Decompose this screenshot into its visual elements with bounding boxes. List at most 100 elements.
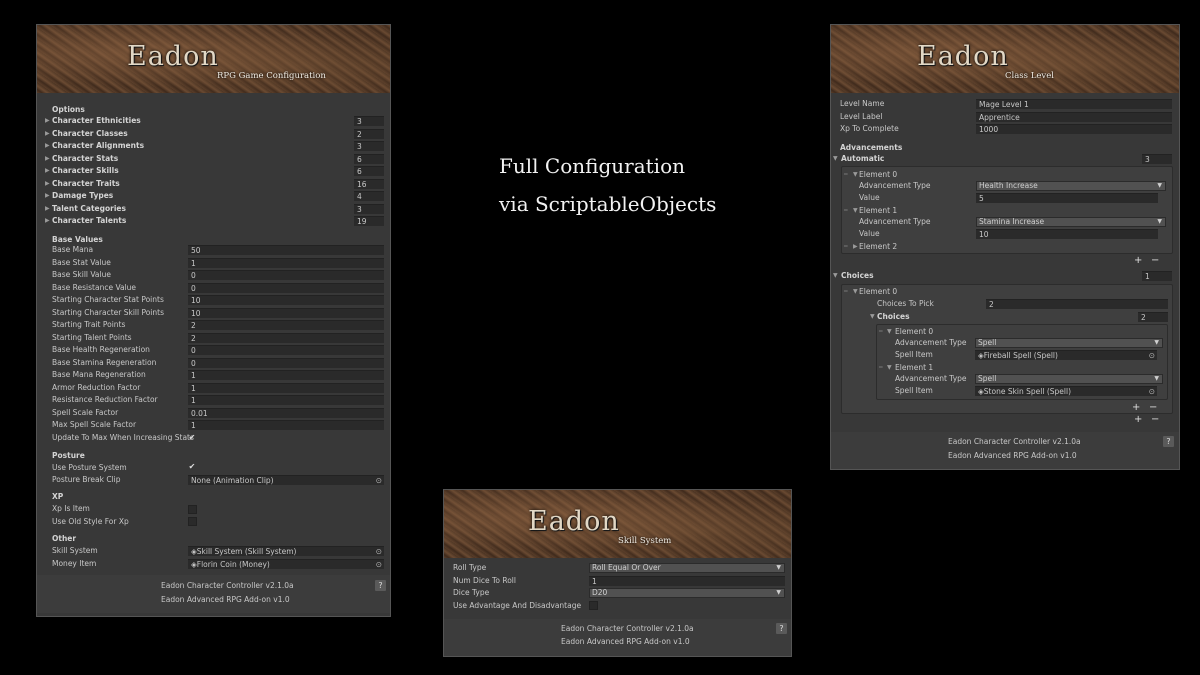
option-label[interactable]: Character Traits <box>52 179 120 189</box>
inner-element-1-type-dropdown[interactable]: Spell ▼ <box>975 374 1163 384</box>
option-count-field[interactable]: 3 <box>354 203 384 214</box>
object-picker-icon[interactable]: ⊙ <box>376 547 382 556</box>
option-label[interactable]: Character Classes <box>52 129 128 139</box>
option-count-field[interactable]: 19 <box>354 216 384 226</box>
add-element-button[interactable]: + <box>1134 415 1142 425</box>
advantage-checkbox[interactable] <box>589 601 598 610</box>
base-value-field[interactable]: 10 <box>188 295 384 305</box>
inner-element-0-type-dropdown[interactable]: Spell ▼ <box>975 338 1163 348</box>
option-label[interactable]: Character Stats <box>52 154 118 164</box>
xp-is-item-checkbox[interactable] <box>188 505 197 514</box>
object-picker-icon[interactable]: ⊙ <box>376 560 382 569</box>
expand-arrow-icon[interactable]: ▼ <box>853 206 858 216</box>
drag-handle-icon[interactable]: ═ <box>844 206 848 216</box>
base-value-field[interactable]: 1 <box>188 420 384 430</box>
dice-type-dropdown[interactable]: D20 ▼ <box>589 588 785 598</box>
inner-element-0-spell-field[interactable]: ◈Fireball Spell (Spell) ⊙ <box>975 350 1157 360</box>
remove-element-button[interactable]: − <box>1151 415 1159 425</box>
drag-handle-icon[interactable]: ═ <box>879 327 883 337</box>
money-item-value: Florin Coin (Money) <box>196 560 270 569</box>
collapsed-arrow-icon[interactable]: ▶ <box>853 242 858 252</box>
num-dice-field[interactable]: 1 <box>589 576 785 586</box>
base-value-field[interactable]: 50 <box>188 245 384 255</box>
help-icon[interactable]: ? <box>1163 436 1174 447</box>
auto-element-0-type-dropdown[interactable]: Health Increase ▼ <box>976 181 1166 191</box>
base-value-field[interactable]: 2 <box>188 320 384 330</box>
add-element-button[interactable]: + <box>1134 256 1142 266</box>
option-label[interactable]: Character Talents <box>52 216 126 226</box>
collapsed-arrow-icon[interactable]: ▶ <box>45 166 50 176</box>
option-count-field[interactable]: 2 <box>354 128 384 139</box>
option-count-field[interactable]: 6 <box>354 153 384 164</box>
base-value-field[interactable]: 0 <box>188 357 384 368</box>
posture-break-field[interactable]: None (Animation Clip) ⊙ <box>188 475 384 485</box>
option-count-field[interactable]: 4 <box>354 191 384 201</box>
choices-to-pick-field[interactable]: 2 <box>986 299 1168 309</box>
remove-element-button[interactable]: − <box>1151 256 1159 266</box>
caption-line-2: via ScriptableObjects <box>499 192 717 216</box>
base-value-field[interactable]: 1 <box>188 382 384 393</box>
old-style-xp-checkbox[interactable] <box>188 517 197 526</box>
level-name-field[interactable]: Mage Level 1 <box>976 99 1172 109</box>
collapsed-arrow-icon[interactable]: ▶ <box>45 191 50 201</box>
use-posture-checkbox[interactable]: ✔ <box>187 462 197 472</box>
inner-element-1-spell-field[interactable]: ◈Stone Skin Spell (Spell) ⊙ <box>975 386 1157 396</box>
drag-handle-icon[interactable]: ═ <box>844 170 848 180</box>
inner-choices-count-field[interactable]: 2 <box>1138 312 1168 322</box>
expand-arrow-icon[interactable]: ▼ <box>887 363 892 373</box>
base-value-field[interactable]: 0 <box>188 282 384 293</box>
drag-handle-icon[interactable]: ═ <box>844 242 848 252</box>
drag-handle-icon[interactable]: ═ <box>879 363 883 373</box>
update-to-max-checkbox[interactable]: ✔ <box>187 433 197 443</box>
drag-handle-icon[interactable]: ═ <box>844 287 848 297</box>
base-value-field[interactable]: 0 <box>188 345 384 355</box>
base-value-field[interactable]: 1 <box>188 257 384 268</box>
base-value-field[interactable]: 0.01 <box>188 407 384 418</box>
option-label[interactable]: Character Skills <box>52 166 119 176</box>
remove-element-button[interactable]: − <box>1149 403 1157 413</box>
expand-arrow-icon[interactable]: ▼ <box>853 170 858 180</box>
option-count-field[interactable]: 3 <box>354 141 384 151</box>
expand-arrow-icon[interactable]: ▼ <box>870 312 875 322</box>
option-count-field[interactable]: 16 <box>354 178 384 189</box>
xp-to-complete-field[interactable]: 1000 <box>976 124 1172 134</box>
expand-arrow-icon[interactable]: ▼ <box>833 271 838 281</box>
base-value-field[interactable]: 0 <box>188 270 384 280</box>
auto-element-0-value-field[interactable]: 5 <box>976 193 1158 203</box>
base-value-field[interactable]: 1 <box>188 370 384 380</box>
collapsed-arrow-icon[interactable]: ▶ <box>45 141 50 151</box>
option-count-field[interactable]: 3 <box>354 116 384 126</box>
collapsed-arrow-icon[interactable]: ▶ <box>45 204 50 214</box>
help-icon[interactable]: ? <box>776 623 787 634</box>
base-value-field[interactable]: 1 <box>188 395 384 405</box>
object-picker-icon[interactable]: ⊙ <box>376 476 382 485</box>
base-value-field[interactable]: 2 <box>188 332 384 343</box>
collapsed-arrow-icon[interactable]: ▶ <box>45 179 50 189</box>
collapsed-arrow-icon[interactable]: ▶ <box>45 216 50 226</box>
add-element-button[interactable]: + <box>1132 403 1140 413</box>
option-label[interactable]: Character Ethnicities <box>52 116 141 126</box>
footer-addon-version: Eadon Advanced RPG Add-on v1.0 <box>561 637 690 646</box>
base-value-field[interactable]: 10 <box>188 307 384 318</box>
level-label-field[interactable]: Apprentice <box>976 112 1172 122</box>
object-picker-icon[interactable]: ⊙ <box>1149 351 1155 360</box>
collapsed-arrow-icon[interactable]: ▶ <box>45 116 50 126</box>
choices-count-field[interactable]: 1 <box>1142 271 1172 281</box>
option-label[interactable]: Damage Types <box>52 191 113 201</box>
collapsed-arrow-icon[interactable]: ▶ <box>45 129 50 139</box>
roll-type-dropdown[interactable]: Roll Equal Or Over ▼ <box>589 563 785 573</box>
skill-system-field[interactable]: ◈Skill System (Skill System) ⊙ <box>188 546 384 556</box>
expand-arrow-icon[interactable]: ▼ <box>887 327 892 337</box>
auto-element-1-value-field[interactable]: 10 <box>976 229 1158 239</box>
collapsed-arrow-icon[interactable]: ▶ <box>45 154 50 164</box>
automatic-count-field[interactable]: 3 <box>1142 154 1172 164</box>
object-picker-icon[interactable]: ⊙ <box>1149 387 1155 396</box>
option-count-field[interactable]: 6 <box>354 166 384 176</box>
option-label[interactable]: Character Alignments <box>52 141 144 151</box>
auto-element-1-type-dropdown[interactable]: Stamina Increase ▼ <box>976 217 1166 227</box>
option-label[interactable]: Talent Categories <box>52 204 126 214</box>
expand-arrow-icon[interactable]: ▼ <box>853 287 858 297</box>
expand-arrow-icon[interactable]: ▼ <box>833 154 838 164</box>
money-item-field[interactable]: ◈Florin Coin (Money) ⊙ <box>188 559 384 569</box>
help-icon[interactable]: ? <box>375 580 386 591</box>
